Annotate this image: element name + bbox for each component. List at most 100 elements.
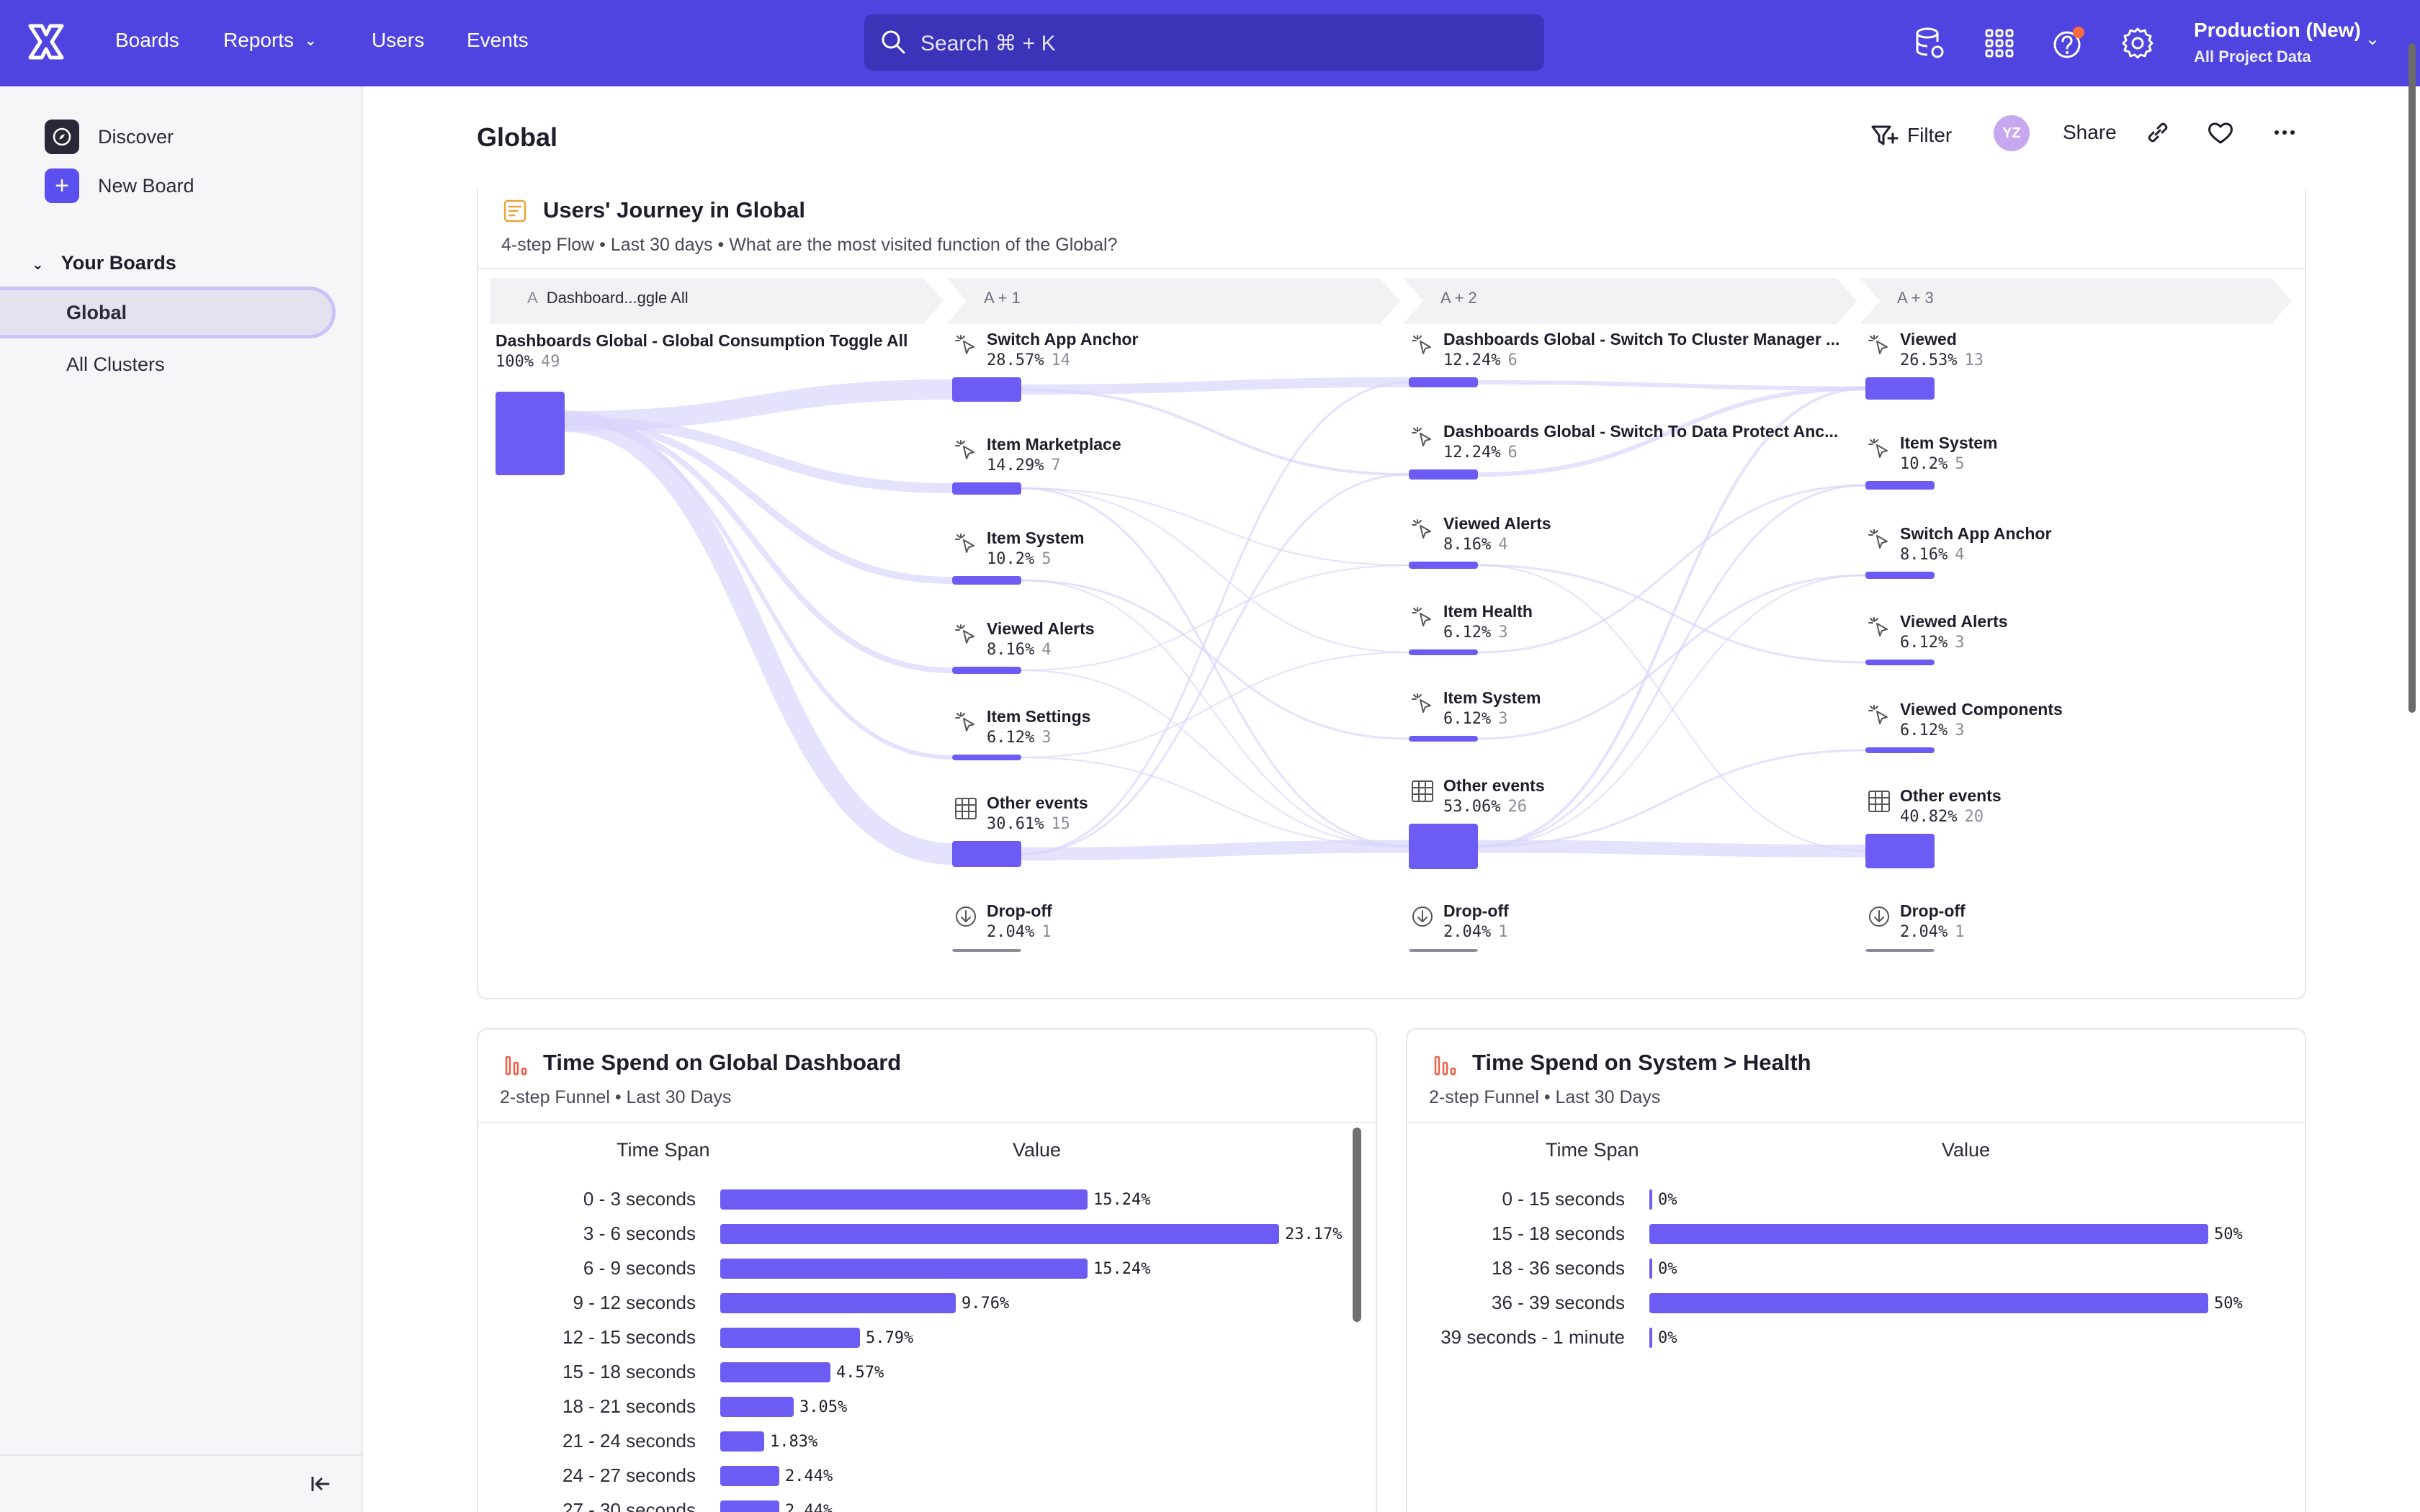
flow-node-label[interactable]: Viewed Alerts: [1443, 514, 1551, 534]
flow-node-label[interactable]: Drop-off: [1443, 901, 1509, 921]
flow-node-label[interactable]: Viewed Alerts: [987, 619, 1095, 639]
flow-link[interactable]: [1477, 840, 1866, 858]
flow-node-label[interactable]: Item System: [987, 528, 1085, 548]
flow-node-label[interactable]: Switch App Anchor: [987, 330, 1138, 349]
step-header[interactable]: A Dashboard...ggle All: [490, 275, 944, 321]
column-header-value[interactable]: Value: [1942, 1139, 1990, 1161]
flow-card[interactable]: Users' Journey in Global 4-step Flow • L…: [477, 189, 2306, 999]
funnel-bar[interactable]: [720, 1224, 1279, 1244]
share-button[interactable]: Share: [2063, 121, 2117, 144]
funnel-card-global[interactable]: Time Spend on Global Dashboard 2-step Fu…: [477, 1028, 1377, 1512]
sidebar-section-your-boards[interactable]: ⌄ Your Boards: [32, 252, 176, 274]
flow-node-label[interactable]: Item Health: [1443, 602, 1533, 621]
flow-node-bar[interactable]: [952, 755, 1021, 760]
column-header-time-span[interactable]: Time Span: [1546, 1139, 1639, 1161]
flow-node-bar[interactable]: [1865, 660, 1935, 665]
funnel-bar[interactable]: [1649, 1224, 2208, 1244]
flow-node-label[interactable]: Item Marketplace: [987, 435, 1121, 454]
column-header-value[interactable]: Value: [1013, 1139, 1061, 1161]
flow-node-label[interactable]: Item System: [1443, 688, 1541, 708]
flow-node-bar[interactable]: [1409, 824, 1478, 869]
flow-node-bar[interactable]: [1865, 377, 1935, 400]
flow-node-bar[interactable]: [1865, 747, 1935, 753]
funnel-bar[interactable]: [720, 1431, 764, 1452]
funnel-bar[interactable]: [720, 1397, 794, 1417]
funnel-bar[interactable]: [720, 1362, 830, 1382]
flow-node-label[interactable]: Dashboards Global - Global Consumption T…: [496, 331, 908, 351]
flow-node-label[interactable]: Viewed: [1900, 330, 1957, 349]
help-icon[interactable]: [2050, 24, 2087, 62]
sidebar-board-global[interactable]: Global: [0, 287, 336, 338]
flow-node-label[interactable]: Viewed Components: [1900, 700, 2063, 719]
flow-node-bar[interactable]: [952, 841, 1021, 867]
flow-node-bar[interactable]: [1409, 736, 1478, 742]
step-header[interactable]: A + 1: [946, 275, 1400, 321]
flow-link[interactable]: [1477, 574, 1866, 740]
card-title[interactable]: Time Spend on Global Dashboard: [543, 1050, 901, 1076]
flow-node-bar[interactable]: [952, 667, 1021, 674]
flow-node-label[interactable]: Viewed Alerts: [1900, 612, 2008, 631]
flow-node-bar[interactable]: [952, 377, 1021, 402]
apps-grid-icon[interactable]: [1981, 24, 2018, 62]
flow-node-bar[interactable]: [1865, 481, 1935, 490]
step-header[interactable]: A + 3: [1860, 275, 2292, 321]
flow-node-bar[interactable]: [1865, 834, 1935, 868]
flow-node-label[interactable]: Other events: [987, 793, 1088, 813]
funnel-bar[interactable]: [720, 1189, 1088, 1210]
nav-boards[interactable]: Boards: [115, 29, 179, 52]
flow-link[interactable]: [1477, 380, 1866, 391]
flow-node-label[interactable]: Switch App Anchor: [1900, 524, 2051, 544]
funnel-bar[interactable]: [1649, 1189, 1652, 1210]
link-icon[interactable]: [2143, 118, 2172, 147]
gear-icon[interactable]: [2119, 24, 2156, 62]
filter-button[interactable]: Filter: [1870, 121, 1952, 150]
nav-events[interactable]: Events: [467, 29, 529, 52]
funnel-bar[interactable]: [720, 1500, 779, 1512]
flow-link[interactable]: [564, 379, 953, 431]
funnel-bar[interactable]: [720, 1328, 860, 1348]
card-title[interactable]: Time Spend on System > Health: [1472, 1050, 1811, 1076]
sidebar-item-discover[interactable]: Discover: [45, 120, 174, 154]
sidebar-board-all-clusters[interactable]: All Clusters: [0, 338, 336, 390]
project-selector[interactable]: Production (New) All Project Data: [2194, 19, 2361, 66]
flow-dropoff-bar[interactable]: [1409, 949, 1478, 952]
flow-link[interactable]: [1021, 840, 1410, 860]
flow-node-label[interactable]: Item Settings: [987, 707, 1090, 726]
funnel-bar[interactable]: [720, 1466, 779, 1486]
search-box[interactable]: Search ⌘ + K: [864, 14, 1544, 71]
funnel-bar[interactable]: [720, 1293, 956, 1313]
flow-link[interactable]: [1021, 670, 1410, 847]
flow-node-label[interactable]: Other events: [1443, 776, 1545, 796]
more-options-icon[interactable]: [2270, 118, 2299, 147]
flow-node-bar[interactable]: [952, 576, 1021, 585]
nav-reports[interactable]: Reports ⌄: [223, 29, 317, 52]
funnel-bar[interactable]: [1649, 1328, 1652, 1348]
flow-node-label[interactable]: Dashboards Global - Switch To Cluster Ma…: [1443, 330, 1839, 349]
flow-dropoff-bar[interactable]: [1865, 949, 1935, 952]
flow-link[interactable]: [564, 419, 953, 760]
flow-node-bar[interactable]: [952, 482, 1021, 495]
funnel-card-health[interactable]: Time Spend on System > Health 2-step Fun…: [1406, 1028, 2306, 1512]
flow-node-bar[interactable]: [1409, 649, 1478, 655]
funnel-bar[interactable]: [1649, 1259, 1652, 1279]
chevron-down-icon[interactable]: ⌄: [2365, 29, 2380, 50]
flow-link[interactable]: [1477, 564, 1866, 852]
flow-node-label[interactable]: Dashboards Global - Switch To Data Prote…: [1443, 422, 1838, 441]
collapse-sidebar-icon[interactable]: [308, 1472, 333, 1496]
funnel-bar[interactable]: [720, 1259, 1088, 1279]
flow-node-bar[interactable]: [1409, 562, 1478, 569]
column-header-time-span[interactable]: Time Span: [617, 1139, 710, 1161]
nav-users[interactable]: Users: [372, 29, 424, 52]
avatar[interactable]: YZ: [1994, 115, 2030, 151]
database-settings-icon[interactable]: [1912, 24, 1949, 62]
flow-node-label[interactable]: Drop-off: [987, 901, 1052, 921]
app-logo[interactable]: [26, 22, 66, 62]
flow-node-label[interactable]: Item System: [1900, 433, 1998, 453]
flow-link[interactable]: [1021, 388, 1410, 476]
flow-node-bar[interactable]: [1865, 572, 1935, 579]
scrollbar-thumb[interactable]: [1353, 1128, 1361, 1322]
flow-node-bar[interactable]: [1409, 469, 1478, 480]
flow-dropoff-bar[interactable]: [952, 949, 1021, 952]
heart-icon[interactable]: [2205, 118, 2236, 147]
flow-node-bar[interactable]: [496, 392, 565, 475]
